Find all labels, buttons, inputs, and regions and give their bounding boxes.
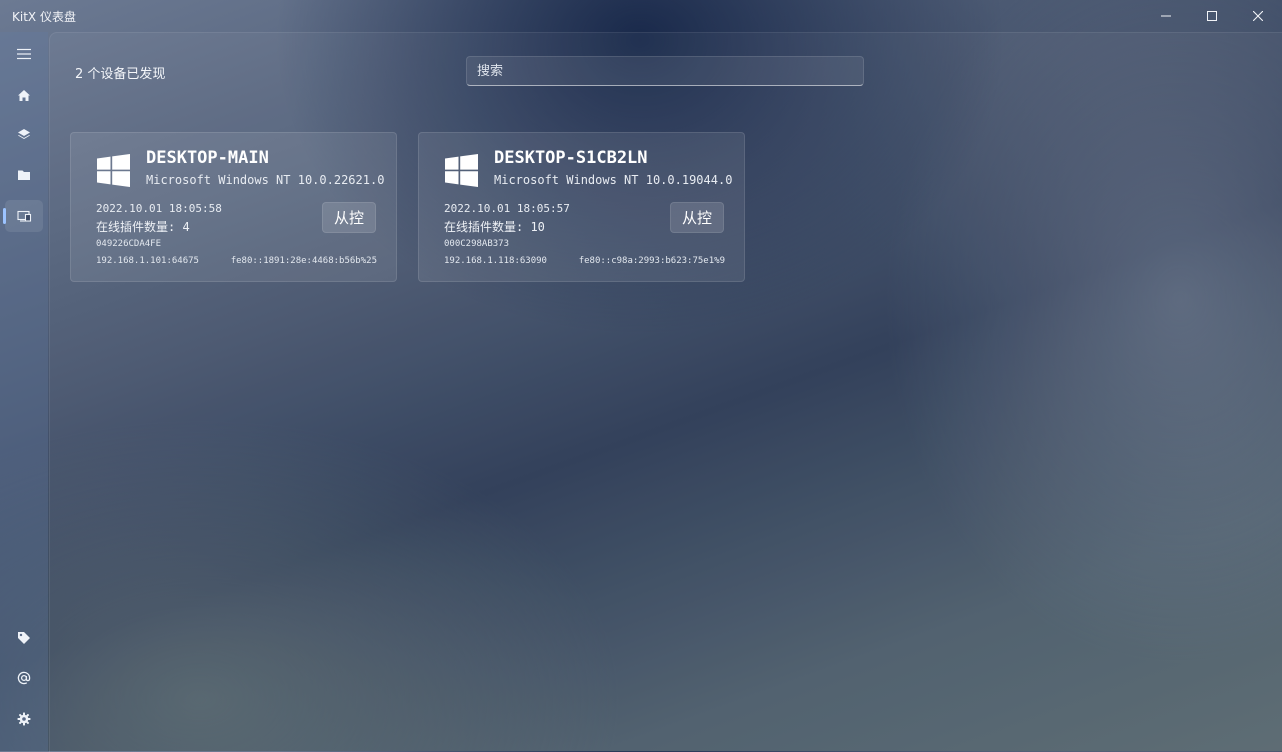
maximize-button[interactable] — [1189, 0, 1235, 32]
sidebar-item-devices[interactable] — [3, 200, 43, 232]
sidebar-item-repository[interactable] — [5, 159, 43, 191]
windows-logo-icon — [445, 154, 478, 187]
title-bar: KitX 仪表盘 — [0, 0, 1282, 32]
device-name: DESKTOP-MAIN — [146, 148, 269, 168]
sidebar-menu-toggle[interactable] — [5, 38, 43, 70]
device-time: 2022.10.01 18:05:58 — [96, 202, 222, 215]
sidebar-item-home[interactable] — [5, 79, 43, 111]
sidebar-item-contact[interactable] — [5, 662, 43, 694]
sidebar-item-tags[interactable] — [5, 622, 43, 654]
device-plugin-count: 在线插件数量: 10 — [444, 220, 545, 234]
search-input[interactable] — [467, 57, 863, 85]
home-icon — [18, 89, 30, 101]
device-card: DESKTOP-MAIN Microsoft Windows NT 10.0.2… — [70, 132, 397, 282]
hamburger-menu-icon — [17, 48, 31, 60]
device-os: Microsoft Windows NT 10.0.22621.0 — [146, 173, 385, 187]
close-button[interactable] — [1235, 0, 1281, 32]
device-ipv6: fe80::c98a:2993:b623:75e1%9 — [578, 256, 725, 266]
minimize-icon — [1161, 15, 1171, 17]
control-button[interactable]: 从控 — [322, 202, 376, 233]
windows-logo-icon — [97, 154, 130, 187]
device-ipv4: 192.168.1.101:64675 — [96, 256, 199, 266]
device-card: DESKTOP-S1CB2LN Microsoft Windows NT 10.… — [418, 132, 745, 282]
at-sign-icon — [17, 671, 31, 685]
device-plugin-count: 在线插件数量: 4 — [96, 220, 190, 234]
device-ipv6: fe80::1891:28e:4468:b56b%25 — [230, 256, 377, 266]
device-time: 2022.10.01 18:05:57 — [444, 202, 570, 215]
device-mac: 049226CDA4FE — [96, 239, 162, 249]
control-button[interactable]: 从控 — [670, 202, 724, 233]
devices-icon — [16, 210, 31, 222]
active-indicator — [3, 208, 6, 224]
window-title: KitX 仪表盘 — [12, 10, 76, 24]
gear-icon — [17, 712, 31, 726]
folder-icon — [18, 170, 30, 180]
close-icon — [1253, 11, 1263, 21]
sidebar-item-settings[interactable] — [5, 703, 43, 735]
maximize-icon — [1207, 11, 1217, 21]
device-mac: 000C298AB373 — [444, 239, 510, 249]
device-os: Microsoft Windows NT 10.0.19044.0 — [494, 173, 733, 187]
sidebar-item-plugins[interactable] — [5, 119, 43, 151]
device-name: DESKTOP-S1CB2LN — [494, 148, 648, 168]
device-ipv4: 192.168.1.118:63090 — [444, 256, 547, 266]
search-box[interactable] — [466, 56, 864, 86]
tag-icon — [18, 632, 30, 644]
minimize-button-main[interactable] — [1143, 0, 1189, 32]
layers-icon — [18, 129, 30, 139]
sidebar — [0, 32, 48, 751]
device-count-label: 2 个设备已发现 — [75, 67, 166, 82]
